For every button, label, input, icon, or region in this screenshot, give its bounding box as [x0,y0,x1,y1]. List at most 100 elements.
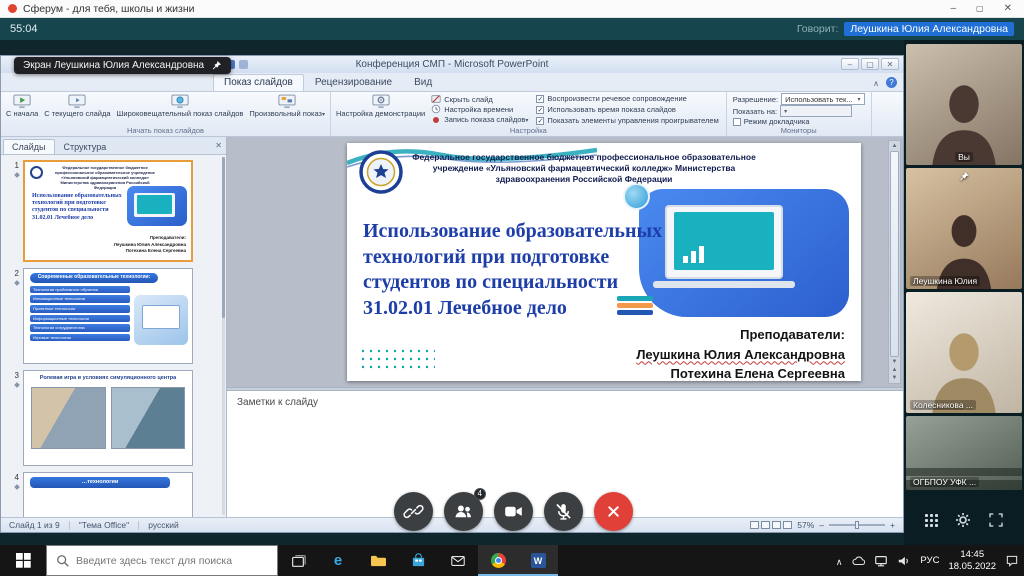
sidebar-footer [906,499,1022,541]
file-explorer-button[interactable] [358,545,398,576]
clock[interactable]: 14:45 18.05.2022 [948,549,996,573]
thumbnail-list: 1 Федеральное государственное бюджетное … [1,155,226,517]
grid-view-icon[interactable] [924,513,938,527]
zoom-out-icon[interactable] [819,520,824,530]
mail-button[interactable] [438,545,478,576]
zoom-in-icon[interactable] [890,520,895,530]
tab-outline[interactable]: Структура [55,139,116,154]
taskbar-search[interactable] [46,545,278,576]
slide-thumbnail-2[interactable]: Современные образовательные технологии: … [23,268,193,364]
scroll-up-icon[interactable]: ▲ [892,142,898,150]
resolution-dropdown[interactable]: Использовать тек... [781,93,864,105]
chrome-button[interactable] [478,545,518,576]
tab-slideshow[interactable]: Показ слайдов [213,74,304,91]
reading-view-icon [772,521,781,529]
college-emblem-logo [359,150,403,194]
participant-tile[interactable]: ОГБПОУ УФК ... [906,416,1022,490]
previous-slide-icon[interactable]: ▲ [892,366,898,374]
zoom-slider[interactable] [829,524,885,526]
window-title: Сферум - для тебя, школы и жизни [23,3,195,15]
help-icon[interactable] [886,77,897,88]
thumbnail-row: 4 …технологии [1,472,218,517]
participant-name: ОГБПОУ УФК ... [910,477,979,487]
slide-thumbnail-3[interactable]: Ролевая игра в условиях симуляционного ц… [23,370,193,466]
next-slide-icon[interactable]: ▼ [892,374,898,382]
panel-close-icon[interactable] [215,141,222,150]
record-slideshow-button[interactable]: Запись показа слайдов [431,115,528,125]
store-button[interactable] [398,545,438,576]
share-link-button[interactable] [394,492,433,531]
ppt-maximize-icon[interactable] [861,58,879,70]
setup-slideshow-button[interactable]: Настройка демонстрации [334,93,427,126]
participants-count-badge: 4 [474,488,486,500]
from-beginning-button[interactable]: С начала [4,93,40,126]
show-media-controls-checkbox[interactable]: Показать элементы управления проигрывате… [536,116,718,125]
tray-chevron-icon[interactable] [836,552,843,570]
panel-scrollbar[interactable] [222,157,225,515]
slide-thumbnail-4[interactable]: …технологии [23,472,193,517]
edge-button[interactable] [318,545,358,576]
broadcast-slideshow-button[interactable]: Широковещательный показ слайдов [115,93,246,126]
end-call-button[interactable] [594,492,633,531]
settings-gear-icon[interactable] [955,512,971,528]
participant-tile[interactable]: Колесникова ... [906,292,1022,413]
slide-thumbnail-1[interactable]: Федеральное государственное бюджетное пр… [23,160,193,262]
ppt-close-icon[interactable] [881,58,899,70]
participant-tile[interactable]: Вы [906,44,1022,165]
slide-scrollbar[interactable]: ▲ ▼ ▲ ▼ [888,140,901,384]
pin-icon[interactable] [211,60,222,71]
view-switcher[interactable] [750,521,792,529]
from-current-slide-button[interactable]: С текущего слайда [42,93,112,126]
use-timings-checkbox[interactable]: Использовать время показа слайдов [536,105,718,114]
thumb-title: Использование образовательных технологий… [32,193,129,222]
collapse-ribbon-icon[interactable] [873,78,879,88]
task-view-button[interactable] [278,545,318,576]
search-input[interactable] [76,555,252,567]
scroll-down-icon[interactable]: ▼ [892,358,898,366]
thumb-title: Современные образовательные технологии: [30,273,158,283]
cloud-icon[interactable] [851,554,865,568]
date: 18.05.2022 [948,561,996,573]
participant-tile[interactable]: Леушкина Юлия [906,168,1022,289]
presenter-view-checkbox[interactable]: Режим докладчика [733,117,865,126]
ppt-minimize-icon[interactable] [841,58,859,70]
checkbox-icon [536,95,544,103]
notification-center-icon[interactable] [1005,554,1019,568]
scrollbar-thumb[interactable] [890,151,899,357]
close-icon[interactable] [1004,3,1012,14]
hide-slide-button[interactable]: Скрыть слайд [431,94,528,104]
minimize-icon[interactable] [950,3,956,14]
show-on-dropdown[interactable] [780,105,852,117]
microphone-muted-button[interactable] [544,492,583,531]
custom-slideshow-button[interactable]: Произвольный показ [247,93,327,126]
tab-review[interactable]: Рецензирование [304,74,403,91]
fullscreen-icon[interactable] [988,512,1004,528]
ribbon-group-setup: Настройка демонстрации Скрыть слайд Наст… [331,92,727,136]
tab-view[interactable]: Вид [403,74,443,91]
panel-tabs: Слайды Структура [1,137,226,155]
language-indicator[interactable]: русский [148,520,179,530]
maximize-icon[interactable] [976,3,984,14]
participants-button[interactable]: 4 [444,492,483,531]
label: Широковещательный показ слайдов [117,110,244,118]
language-indicator[interactable]: РУС [920,555,939,566]
thumb-photo-right [111,387,186,449]
label: С текущего слайда [44,110,110,118]
mic-muted-icon [553,501,574,522]
tab-slides[interactable]: Слайды [3,139,55,154]
network-icon[interactable] [874,554,888,568]
thumb-illustration [134,295,188,345]
redo-icon[interactable] [239,60,248,69]
rehearse-timings-button[interactable]: Настройка времени [431,104,528,114]
play-narration-checkbox[interactable]: Воспроизвести речевое сопровождение [536,94,718,103]
start-button[interactable] [0,545,46,576]
shared-screen-area: Конференция СМП - Microsoft PowerPoint П… [0,40,1024,545]
camera-button[interactable] [494,492,533,531]
current-slide[interactable]: Федеральное государственное бюджетное пр… [347,143,861,381]
label: Показать элементы управления проигрывате… [547,116,718,125]
volume-icon[interactable] [897,554,911,568]
window-titlebar: Сферум - для тебя, школы и жизни [0,0,1024,18]
participant-name: Вы [955,152,973,162]
word-button[interactable] [518,545,558,576]
participant-name: Леушкина Юлия [910,276,980,286]
